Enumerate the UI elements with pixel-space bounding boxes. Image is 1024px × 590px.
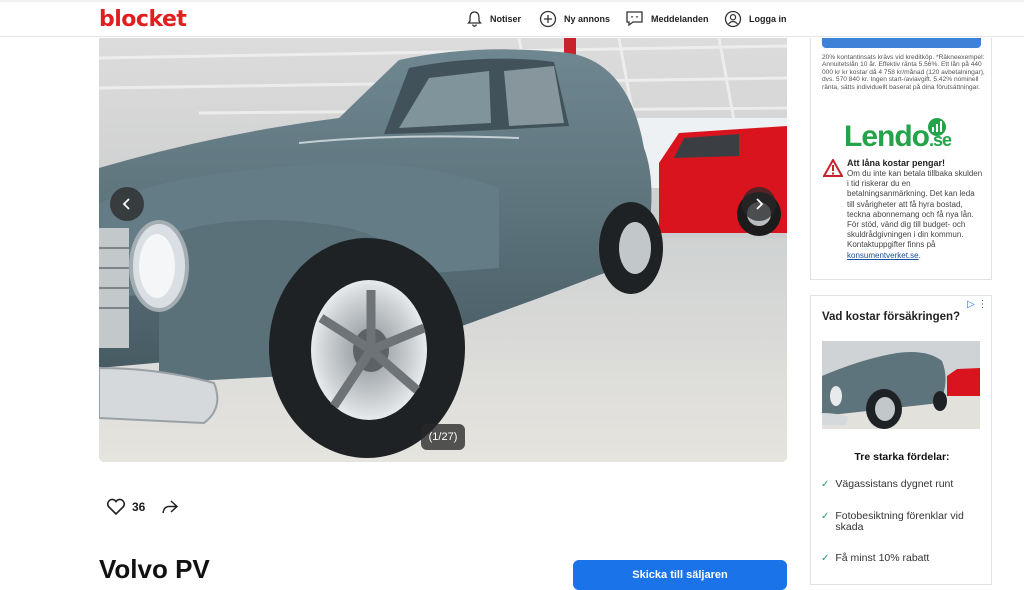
feature-label: Vägassistans dygnet runt [835,478,954,490]
image-counter: (1/27) [421,424,465,450]
gallery-prev-button[interactable] [110,187,144,221]
nav-notiser[interactable]: Notiser [466,10,521,28]
chevron-right-icon [756,198,764,210]
insurance-car-image [822,341,980,429]
gallery-next-button[interactable] [742,187,776,221]
image-gallery[interactable]: (1/27) [99,38,787,462]
lendo-bars-icon [928,118,946,136]
top-header: blocket Notiser Ny annons Meddelanden Lo… [0,0,1024,37]
plus-circle-icon [539,10,557,28]
share-icon[interactable] [161,499,179,515]
loan-ad[interactable]: 20% kontantinsats krävs vid kreditköp. *… [810,38,992,280]
nav-meddelanden[interactable]: Meddelanden [625,10,709,28]
listing-actions: 36 [106,498,179,516]
blocket-logo[interactable]: blocket [99,7,187,32]
warning-title: Att låna kostar pengar! [847,158,946,168]
konsumentverket-link[interactable]: konsumentverket.se [847,251,919,260]
chat-icon [626,11,643,27]
nav-label: Notiser [490,14,522,24]
feature-item: ✓ Fotobesiktning förenklar vid skada [821,511,987,533]
warning-icon [823,159,843,177]
adchoices-icon[interactable]: ▷ ⋮ [967,299,987,310]
nav-ny-annons[interactable]: Ny annons [539,10,610,28]
nav-label: Logga in [749,14,787,24]
chevron-left-icon [122,198,130,210]
check-icon: ✓ [821,511,830,522]
insurance-ad[interactable]: ▷ ⋮ Vad kostar försäkringen? Tre starka … [810,295,992,585]
warning-text: Om du inte kan betala tillbaka skulden i… [847,169,983,250]
feature-item: ✓ Få minst 10% rabatt [821,552,987,565]
warning-body: Om du inte kan betala tillbaka skulden i… [847,169,983,261]
listing-title: Volvo PV [99,554,210,584]
check-icon: ✓ [821,479,830,490]
nav-label: Ny annons [564,14,611,24]
ad-fine-print: 20% kontantinsats krävs vid kreditköp. *… [822,54,985,91]
nav-logga-in[interactable]: Logga in [724,10,787,28]
insurance-heading: Tre starka fördelar: [854,451,950,463]
warning-end: . [918,250,921,260]
check-icon: ✓ [821,553,830,564]
nav-label: Meddelanden [651,14,709,24]
contact-seller-button[interactable]: Skicka till säljaren [573,560,787,590]
insurance-question: Vad kostar försäkringen? [822,311,961,323]
heart-icon[interactable] [106,498,126,516]
ad-button-bar[interactable] [822,38,981,48]
user-icon [724,10,742,28]
lendo-brand: Lendo [844,120,930,153]
car-photo [99,38,787,462]
feature-label: Få minst 10% rabatt [835,552,930,564]
bell-icon [467,11,482,27]
feature-label: Fotobesiktning förenklar vid skada [835,510,964,533]
like-count: 36 [132,500,146,514]
feature-item: ✓ Vägassistans dygnet runt [821,478,987,491]
